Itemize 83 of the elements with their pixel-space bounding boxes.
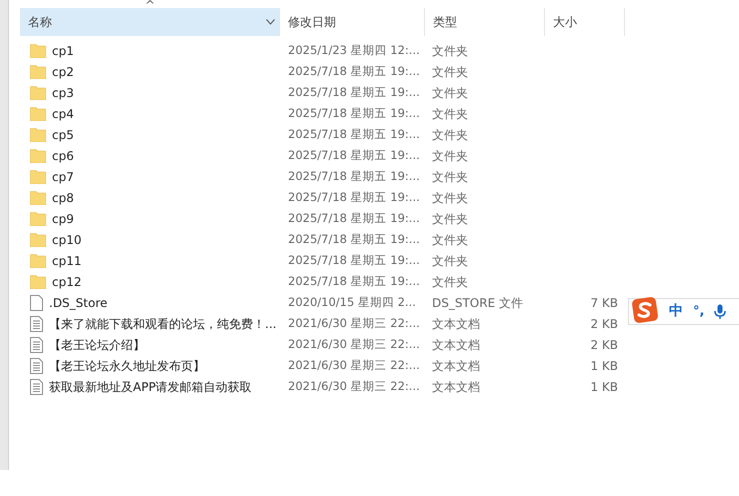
folder-icon (30, 106, 46, 120)
file-name[interactable]: 【老王论坛介绍】 (49, 336, 145, 354)
modified-date: 2025/7/18 星期五 19:... (287, 104, 421, 122)
file-type: 文件夹 (431, 210, 469, 228)
file-type: 文件夹 (431, 168, 469, 186)
folder-icon (30, 254, 46, 268)
modified-date: 2025/7/18 星期五 19:... (287, 188, 421, 206)
microphone-icon[interactable] (714, 304, 726, 320)
file-name[interactable]: cp7 (52, 168, 74, 186)
logo-icon[interactable] (631, 296, 659, 324)
folder-icon (30, 86, 46, 100)
file-name[interactable]: 【老王论坛永久地址发布页】 (49, 356, 205, 374)
file-type: 文件夹 (431, 148, 469, 164)
folder-icon (30, 212, 46, 226)
modified-date: 2025/7/18 星期五 19:... (287, 168, 421, 185)
modified-date: 2021/6/30 星期三 22:... (287, 314, 421, 332)
file-name[interactable]: cp12 (52, 272, 82, 290)
file-name[interactable]: cp11 (52, 252, 82, 270)
folder-icon (30, 148, 46, 162)
file-name[interactable]: 【来了就能下载和观看的论坛，纯免费！... (49, 314, 276, 332)
column-header[interactable]: 修改日期 (280, 8, 425, 36)
text-file-icon (30, 358, 43, 374)
modified-date: 2025/7/18 星期五 19:... (287, 84, 421, 101)
file-type: 文件夹 (431, 126, 469, 144)
folder-icon (30, 128, 46, 142)
modified-date: 2021/6/30 星期三 22:... (287, 356, 421, 374)
file-name[interactable]: 获取最新地址及APP请发邮箱自动获取 (49, 378, 252, 396)
file-type: 文件夹 (431, 190, 469, 206)
file-size: 1 KB (589, 378, 619, 396)
file-type: 文件夹 (431, 64, 469, 80)
folder-icon (30, 190, 46, 204)
file-name[interactable]: cp1 (52, 42, 74, 60)
modified-date: 2020/10/15 星期四 2... (287, 294, 417, 311)
file-type: 文件夹 (431, 274, 469, 290)
file-type: 文件夹 (431, 232, 469, 248)
file-name[interactable]: cp9 (52, 210, 74, 228)
column-header[interactable]: 大小 (545, 8, 625, 36)
file-type: 文件夹 (431, 106, 469, 122)
modified-date: 2025/1/23 星期四 12:... (287, 42, 421, 59)
modified-date: 2025/7/18 星期五 19:... (287, 126, 421, 143)
folder-icon (30, 170, 46, 184)
folder-icon (30, 274, 46, 288)
file-size: 2 KB (589, 336, 619, 354)
file-name[interactable]: .DS_Store (49, 294, 108, 312)
file-name[interactable]: cp4 (52, 104, 74, 122)
file-type: 文件夹 (431, 42, 469, 60)
file-type: 文本文档 (431, 358, 481, 374)
file-name[interactable]: cp3 (52, 84, 74, 102)
column-header[interactable]: 名称 (20, 8, 280, 36)
modified-date: 2025/7/18 星期五 19:... (287, 210, 421, 227)
file-size: 1 KB (589, 358, 619, 374)
text-file-icon (30, 316, 43, 332)
input-mode[interactable]: 中 (669, 301, 683, 322)
modified-date: 2025/7/18 星期五 19:... (287, 230, 421, 248)
folder-icon (30, 44, 46, 58)
modified-date: 2021/6/30 星期三 22:... (287, 378, 421, 395)
file-type: 文本文档 (431, 378, 481, 396)
modified-date: 2025/7/18 星期五 19:... (287, 252, 421, 269)
modified-date: 2025/7/18 星期五 19:... (287, 146, 421, 164)
column-header[interactable]: 类型 (425, 8, 545, 36)
file-icon (30, 294, 43, 310)
file-size: 7 KB (589, 294, 619, 312)
file-name[interactable]: cp8 (52, 188, 74, 206)
sort-indicator: ^ (145, 0, 156, 11)
modified-date: 2025/7/18 星期五 19:... (287, 62, 421, 80)
file-type: 文本文档 (431, 316, 481, 332)
file-type: 文本文档 (431, 336, 481, 354)
punctuation-mode[interactable]: °, (693, 302, 704, 322)
folder-icon (30, 232, 46, 246)
file-type: 文件夹 (431, 252, 469, 270)
file-name[interactable]: cp10 (52, 230, 82, 248)
file-name[interactable]: cp2 (52, 62, 74, 80)
text-file-icon (30, 336, 43, 352)
file-type: DS_STORE 文件 (431, 294, 524, 312)
folder-icon (30, 64, 46, 78)
dropdown-chevron-icon[interactable] (266, 19, 275, 25)
text-file-icon (30, 378, 43, 394)
file-type: 文件夹 (431, 84, 469, 102)
file-size: 2 KB (589, 316, 619, 332)
file-name[interactable]: cp5 (52, 126, 74, 144)
modified-date: 2025/7/18 星期五 19:... (287, 272, 421, 290)
modified-date: 2021/6/30 星期三 22:... (287, 336, 421, 353)
file-name[interactable]: cp6 (52, 146, 74, 164)
